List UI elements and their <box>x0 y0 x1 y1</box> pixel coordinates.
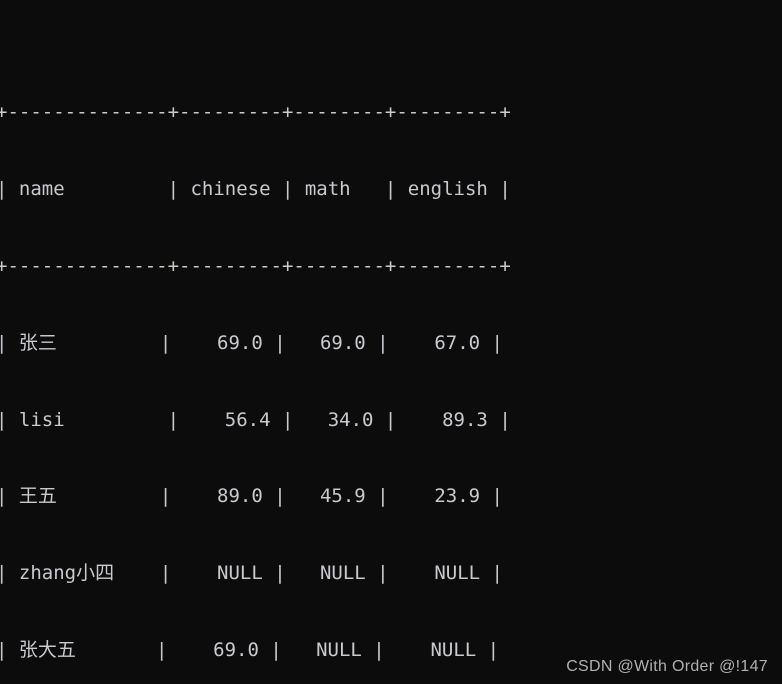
terminal-output[interactable]: +--------------+---------+--------+-----… <box>0 0 782 684</box>
table-row: | lisi | 56.4 | 34.0 | 89.3 | <box>0 408 511 431</box>
terminal-window[interactable]: +--------------+---------+--------+-----… <box>0 0 782 684</box>
table-row: | 王五 | 89.0 | 45.9 | 23.9 | <box>0 485 503 508</box>
watermark: CSDN @With Order @!147 <box>566 658 768 675</box>
table-border-top: +--------------+---------+--------+-----… <box>0 101 511 124</box>
table-header-row: | name | chinese | math | english | <box>0 178 511 201</box>
table-row: | 张三 | 69.0 | 69.0 | 67.0 | <box>0 331 503 354</box>
table-row: | zhang小四 | NULL | NULL | NULL | <box>0 562 503 585</box>
table-border-header: +--------------+---------+--------+-----… <box>0 254 511 277</box>
